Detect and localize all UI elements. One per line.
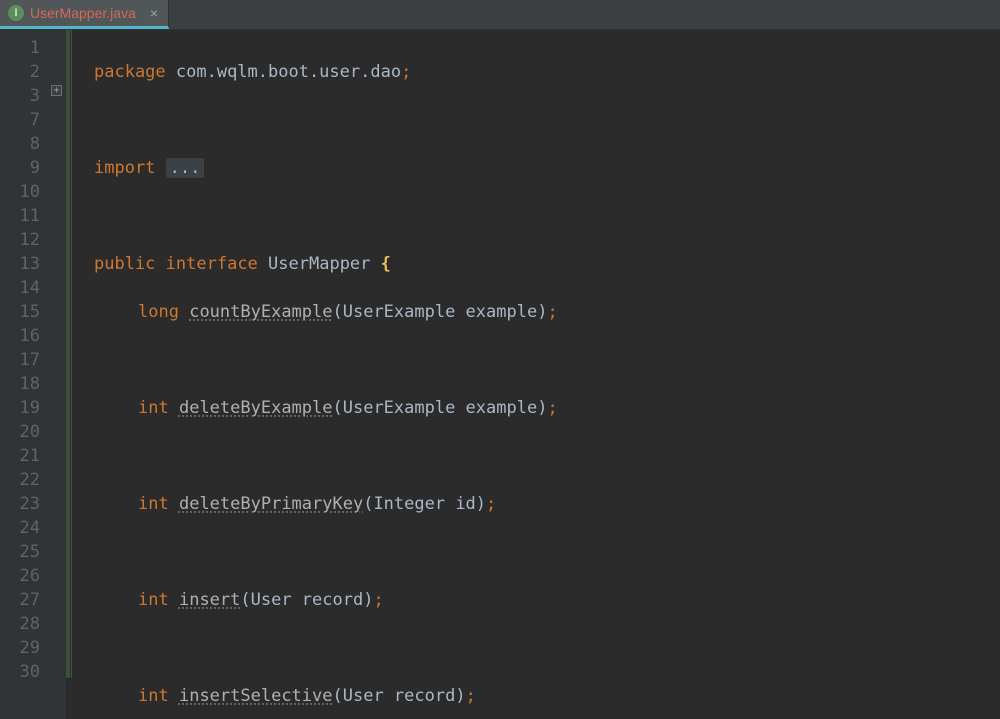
code-line: int deleteByExample(UserExample example)…	[94, 396, 1000, 420]
code-line: int insert(User record);	[94, 588, 1000, 612]
line-number: 29	[0, 636, 40, 660]
line-number: 2	[0, 60, 40, 84]
scope-column	[66, 30, 82, 719]
line-number: 10	[0, 180, 40, 204]
vcs-change-marker	[66, 30, 70, 678]
line-number: 24	[0, 516, 40, 540]
code-line: int deleteByPrimaryKey(Integer id);	[94, 492, 1000, 516]
tab-usermapper[interactable]: I UserMapper.java ×	[0, 0, 169, 29]
code-line: public interface UserMapper {	[94, 252, 1000, 276]
line-number: 13	[0, 252, 40, 276]
line-number: 25	[0, 540, 40, 564]
line-number: 20	[0, 420, 40, 444]
code-area[interactable]: package com.wqlm.boot.user.dao; import .…	[82, 30, 1000, 719]
line-number: 8	[0, 132, 40, 156]
line-number: 3	[0, 84, 40, 108]
tab-bar: I UserMapper.java ×	[0, 0, 1000, 30]
fold-column: +	[48, 30, 66, 719]
code-line: package com.wqlm.boot.user.dao;	[94, 60, 1000, 84]
code-line: long countByExample(UserExample example)…	[94, 300, 1000, 324]
line-number: 9	[0, 156, 40, 180]
line-number: 18	[0, 372, 40, 396]
line-number: 22	[0, 468, 40, 492]
line-number: 15	[0, 300, 40, 324]
code-line	[94, 540, 1000, 564]
code-line	[94, 636, 1000, 660]
code-line	[94, 348, 1000, 372]
line-number: 12	[0, 228, 40, 252]
line-number: 26	[0, 564, 40, 588]
line-number: 23	[0, 492, 40, 516]
line-number: 30	[0, 660, 40, 684]
line-number: 28	[0, 612, 40, 636]
line-number: 19	[0, 396, 40, 420]
line-number: 7	[0, 108, 40, 132]
line-number: 17	[0, 348, 40, 372]
code-line	[94, 204, 1000, 228]
line-number: 14	[0, 276, 40, 300]
line-number: 21	[0, 444, 40, 468]
line-number: 16	[0, 324, 40, 348]
code-line	[94, 108, 1000, 132]
code-line	[94, 444, 1000, 468]
fold-toggle-icon[interactable]: +	[51, 85, 62, 96]
scope-guide	[71, 30, 72, 678]
line-number-gutter: 1 2 3 7 8 9 10 11 12 13 14 15 16 17 18 1…	[0, 30, 48, 719]
code-line: int insertSelective(User record);	[94, 684, 1000, 708]
interface-icon: I	[8, 5, 24, 21]
line-number: 27	[0, 588, 40, 612]
line-number: 11	[0, 204, 40, 228]
tab-file-name: UserMapper.java	[30, 5, 136, 21]
close-icon[interactable]: ×	[150, 6, 158, 20]
folded-region[interactable]: ...	[166, 158, 205, 178]
line-number: 1	[0, 36, 40, 60]
code-line: import ...	[94, 156, 1000, 180]
editor[interactable]: 1 2 3 7 8 9 10 11 12 13 14 15 16 17 18 1…	[0, 30, 1000, 719]
